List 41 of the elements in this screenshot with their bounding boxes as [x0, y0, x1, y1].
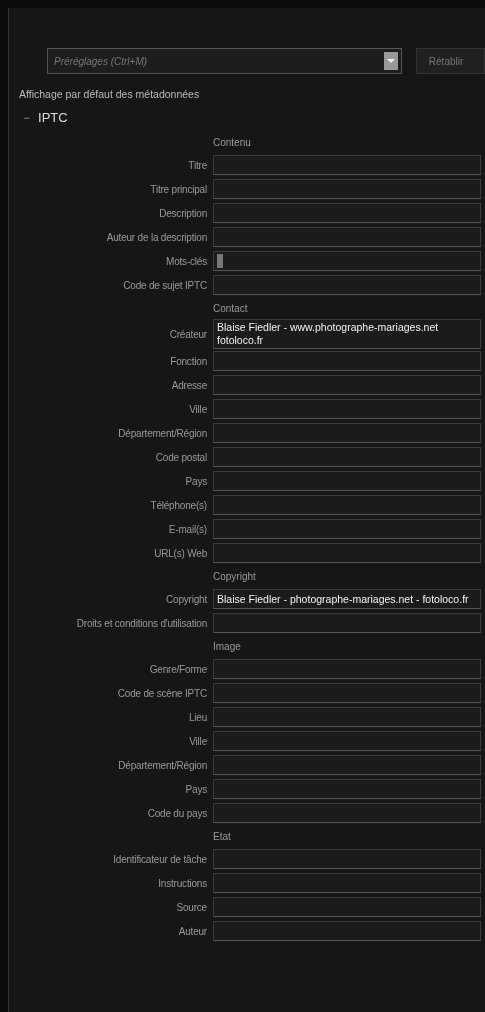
field-label: Copyright	[165, 593, 207, 605]
field-label: Téléphone(s)	[149, 499, 207, 511]
field-label: Code de scène IPTC	[116, 687, 207, 699]
field-label: Département/Région	[117, 759, 207, 771]
field-label: Code de sujet IPTC	[122, 279, 207, 291]
text-field[interactable]: Blaise Fiedler - photographe-mariages.net - fotoloco.fr	[213, 589, 481, 609]
field-label: Fonction	[169, 355, 207, 367]
field-label: Lieu	[187, 711, 207, 723]
field-label: Ville	[188, 735, 207, 747]
field-label: URL(s) Web	[153, 547, 207, 559]
field-label: Ville	[188, 403, 207, 415]
field-label: Identificateur de tâche	[112, 853, 207, 865]
field-label: Créateur	[168, 328, 207, 340]
field-label: E-mail(s)	[167, 523, 207, 535]
field-label: Département/Région	[117, 427, 207, 439]
field-label: Pays	[184, 783, 207, 795]
field-label: Mots-clés	[165, 255, 207, 267]
section-heading: Copyright	[213, 570, 257, 582]
section-heading: Etat	[213, 830, 232, 842]
section-heading: Contact	[213, 302, 249, 314]
reset-button[interactable]: Rétablir	[415, 48, 485, 74]
collapse-toggle[interactable]: −	[23, 110, 30, 125]
field-label: Auteur de la description	[105, 231, 207, 243]
field-label: Source	[175, 901, 207, 913]
field-label: Code du pays	[146, 807, 207, 819]
field-label: Code postal	[154, 451, 207, 463]
field-label: Instructions	[157, 877, 207, 889]
field-label: Adresse	[170, 379, 207, 391]
field-label: Pays	[184, 475, 207, 487]
field-label: Genre/Forme	[148, 663, 207, 675]
field-label: Description	[158, 207, 207, 219]
section-heading: Contenu	[213, 136, 252, 148]
default-display-label: Affichage par défaut des métadonnées	[18, 87, 201, 100]
field-label: Auteur	[177, 925, 207, 937]
text-field[interactable]: Blaise Fiedler - www.photographe-mariages.net fotoloco.fr	[213, 319, 481, 349]
field-label: Titre	[187, 159, 207, 171]
preset-dropdown[interactable]: Préréglages (Ctrl+M)	[47, 48, 402, 74]
section-heading: Image	[213, 640, 242, 652]
group-title: IPTC	[38, 110, 68, 125]
field-label: Titre principal	[149, 183, 207, 195]
field-label: Droits et conditions d'utilisation	[75, 617, 207, 629]
